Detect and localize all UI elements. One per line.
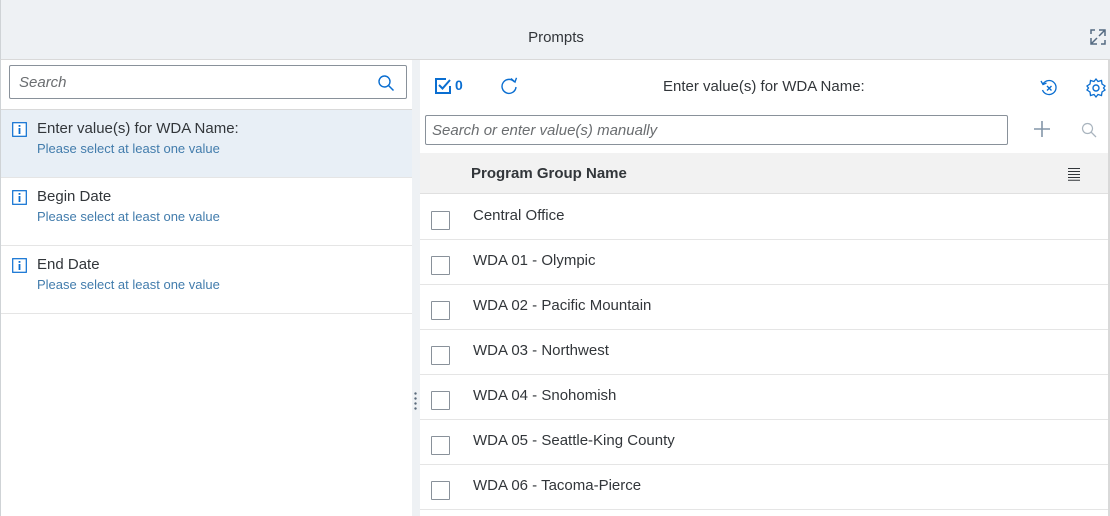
- table-header: Program Group Name: [420, 153, 1110, 194]
- row-checkbox[interactable]: [431, 301, 450, 320]
- prompt-item-wda-name[interactable]: Enter value(s) for WDA Name: Please sele…: [1, 110, 413, 178]
- prompt-search-input[interactable]: [10, 66, 370, 98]
- prompt-label: Enter value(s) for WDA Name:: [37, 120, 239, 137]
- row-label: WDA 02 - Pacific Mountain: [473, 297, 652, 314]
- prompt-label: Begin Date: [37, 188, 112, 205]
- table-row[interactable]: Central Office: [420, 195, 1110, 240]
- dialog-title: Prompts: [528, 29, 584, 46]
- table-row[interactable]: WDA 06 - Tacoma-Pierce: [420, 465, 1110, 510]
- column-header-program-group-name: Program Group Name: [471, 165, 627, 182]
- value-panel-title: Enter value(s) for WDA Name:: [663, 78, 865, 95]
- prompt-hint: Please select at least one value: [37, 209, 220, 224]
- row-checkbox[interactable]: [431, 391, 450, 410]
- row-checkbox[interactable]: [431, 436, 450, 455]
- row-label: Central Office: [473, 207, 565, 224]
- info-icon: [12, 122, 27, 137]
- table-row[interactable]: WDA 02 - Pacific Mountain: [420, 285, 1110, 330]
- search-icon[interactable]: [1081, 122, 1097, 138]
- prompt-list-panel: Enter value(s) for WDA Name: Please sele…: [0, 60, 413, 516]
- prompt-hint: Please select at least one value: [37, 141, 220, 156]
- row-label: WDA 05 - Seattle-King County: [473, 432, 675, 449]
- table-row[interactable]: WDA 04 - Snohomish: [420, 375, 1110, 420]
- value-selection-panel: 0 Enter value(s) for WDA Name: Program G…: [420, 60, 1110, 516]
- row-label: WDA 06 - Tacoma-Pierce: [473, 477, 642, 494]
- reset-selection-icon[interactable]: [1039, 78, 1059, 98]
- settings-icon[interactable]: [1085, 77, 1107, 99]
- selected-count: 0: [455, 77, 463, 93]
- prompt-search-field[interactable]: [9, 65, 407, 99]
- prompt-hint: Please select at least one value: [37, 277, 220, 292]
- add-icon[interactable]: [1032, 119, 1052, 139]
- prompt-item-begin-date[interactable]: Begin Date Please select at least one va…: [1, 178, 413, 246]
- table-row[interactable]: WDA 03 - Northwest: [420, 330, 1110, 375]
- column-settings-icon[interactable]: [1067, 167, 1081, 181]
- expand-icon[interactable]: [1087, 27, 1109, 47]
- table-row[interactable]: WDA 01 - Olympic: [420, 240, 1110, 285]
- row-checkbox[interactable]: [431, 256, 450, 275]
- splitter-grip-icon[interactable]: [414, 391, 417, 411]
- info-icon: [12, 258, 27, 273]
- row-label: WDA 03 - Northwest: [473, 342, 609, 359]
- row-label: WDA 04 - Snohomish: [473, 387, 617, 404]
- prompt-label: End Date: [37, 256, 100, 273]
- prompt-item-end-date[interactable]: End Date Please select at least one valu…: [1, 246, 413, 314]
- select-all-checkbox-icon[interactable]: [434, 77, 452, 95]
- row-checkbox[interactable]: [431, 481, 450, 500]
- manual-value-input[interactable]: [426, 116, 1007, 144]
- info-icon: [12, 190, 27, 205]
- value-toolbar: 0 Enter value(s) for WDA Name:: [420, 60, 1110, 112]
- panel-splitter[interactable]: [412, 60, 420, 516]
- row-checkbox[interactable]: [431, 211, 450, 230]
- search-icon[interactable]: [377, 74, 395, 92]
- table-row[interactable]: WDA 05 - Seattle-King County: [420, 420, 1110, 465]
- manual-value-field[interactable]: [425, 115, 1008, 145]
- row-checkbox[interactable]: [431, 346, 450, 365]
- refresh-icon[interactable]: [500, 77, 518, 95]
- dialog-header: Prompts: [0, 0, 1110, 60]
- row-label: WDA 01 - Olympic: [473, 252, 596, 269]
